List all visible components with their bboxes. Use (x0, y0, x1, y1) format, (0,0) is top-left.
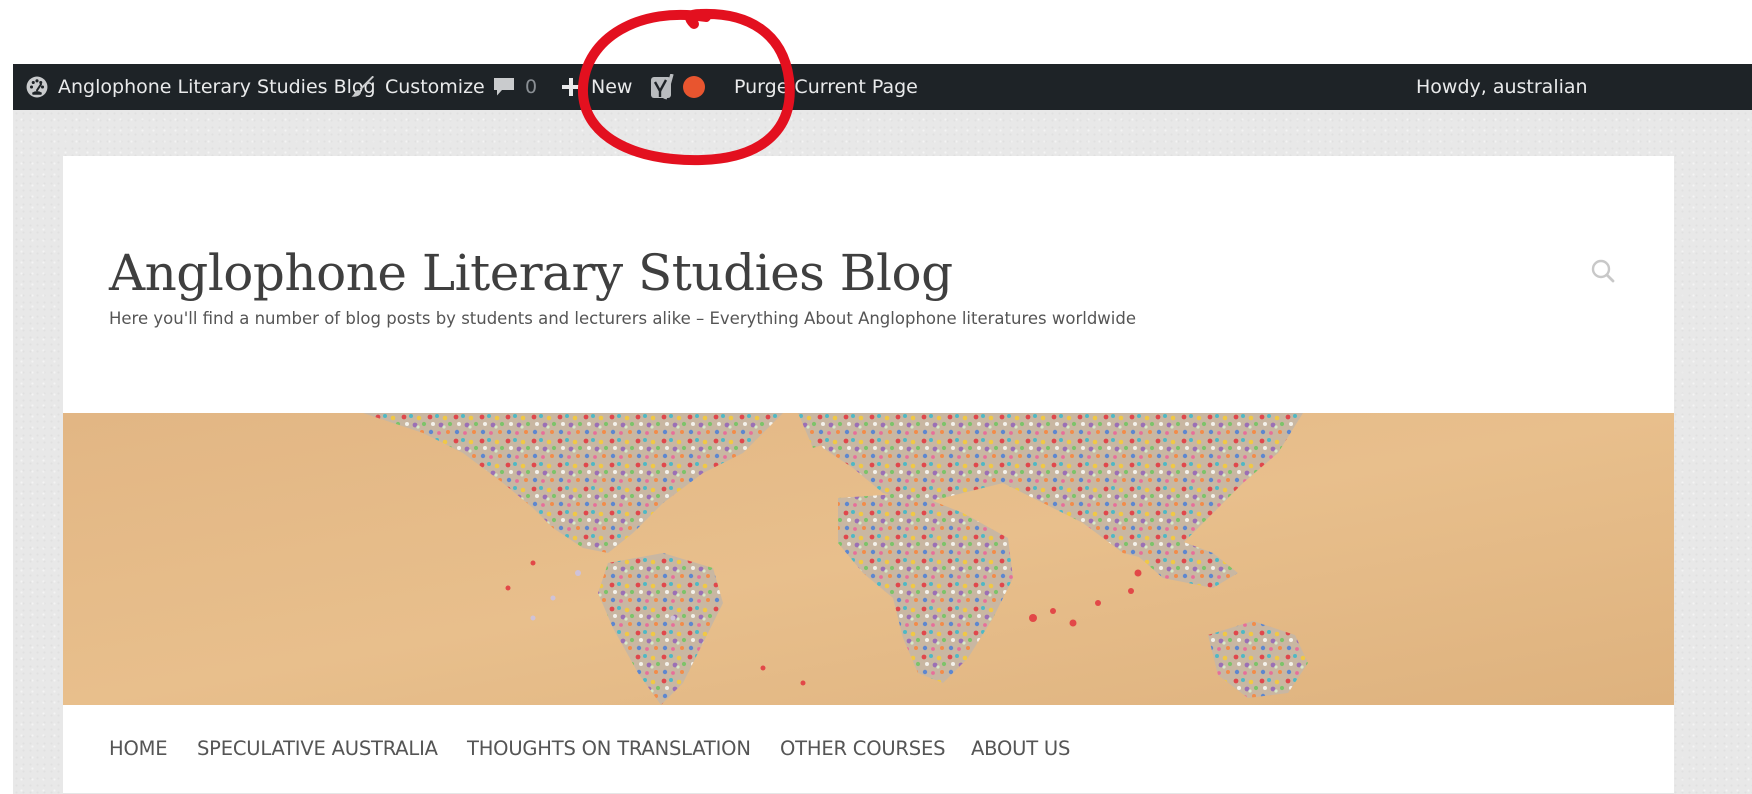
search-button[interactable] (1588, 256, 1618, 286)
comments-count: 0 (525, 76, 538, 98)
customize-button[interactable]: Customize (351, 64, 485, 110)
comments-button[interactable]: 0 (493, 64, 537, 110)
admin-bar: Anglophone Literary Studies Blog Customi… (13, 64, 1752, 110)
seo-menu-button[interactable] (650, 64, 706, 110)
main-navigation: HOME SPECULATIVE AUSTRALIA THOUGHTS ON T… (63, 705, 1674, 794)
nav-item-home[interactable]: HOME (109, 705, 168, 793)
purge-current-page-button[interactable]: Purge Current Page (734, 64, 918, 110)
new-label: New (591, 76, 633, 98)
new-button[interactable]: New (561, 64, 632, 110)
dashboard-icon (26, 76, 48, 98)
site-tagline: Here you'll find a number of blog posts … (109, 309, 1137, 328)
nav-item-thoughts-on-translation[interactable]: THOUGHTS ON TRANSLATION (467, 705, 751, 793)
greeting-text: Howdy, australian (1416, 76, 1588, 98)
account-menu[interactable]: Howdy, australian (1416, 64, 1588, 110)
admin-bar-site-link[interactable]: Anglophone Literary Studies Blog (26, 64, 376, 110)
yoast-seo-icon (651, 74, 674, 100)
site-container: Anglophone Literary Studies Blog Here yo… (63, 156, 1674, 794)
search-icon (1591, 259, 1615, 283)
comment-bubble-icon (494, 78, 514, 96)
admin-bar-site-name: Anglophone Literary Studies Blog (58, 76, 376, 98)
site-title[interactable]: Anglophone Literary Studies Blog (109, 244, 953, 302)
nav-item-about-us[interactable]: ABOUT US (971, 705, 1070, 793)
nav-item-speculative-australia[interactable]: SPECULATIVE AUSTRALIA (197, 705, 438, 793)
customize-label: Customize (385, 76, 485, 98)
purge-label: Purge Current Page (734, 76, 918, 98)
plus-icon (562, 78, 580, 96)
nav-item-other-courses[interactable]: OTHER COURSES (780, 705, 945, 793)
status-dot-icon (683, 76, 705, 98)
paintbrush-icon (351, 76, 374, 97)
world-map-banner (63, 413, 1674, 705)
